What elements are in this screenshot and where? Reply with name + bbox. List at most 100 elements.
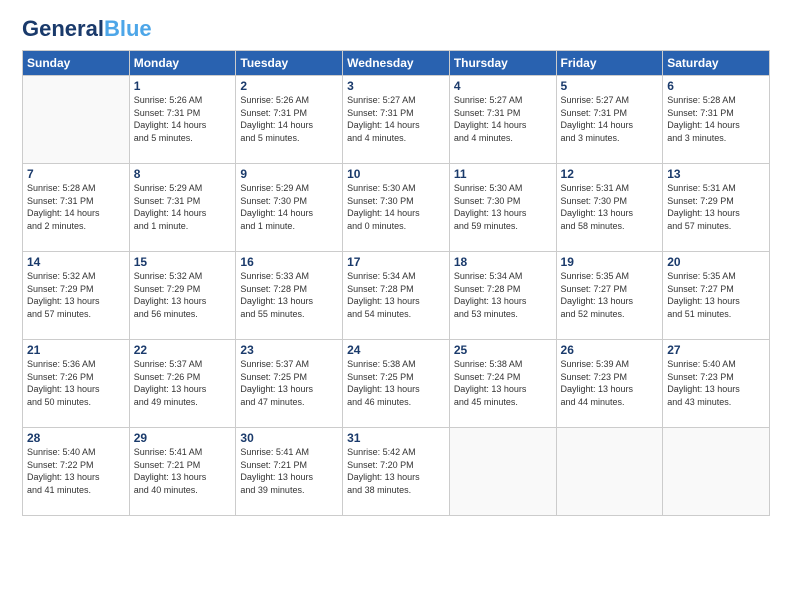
day-info: Sunrise: 5:30 AM Sunset: 7:30 PM Dayligh… <box>454 182 552 232</box>
day-info: Sunrise: 5:31 AM Sunset: 7:29 PM Dayligh… <box>667 182 765 232</box>
day-header-friday: Friday <box>556 51 663 76</box>
day-number: 6 <box>667 79 765 93</box>
day-number: 31 <box>347 431 445 445</box>
day-info: Sunrise: 5:32 AM Sunset: 7:29 PM Dayligh… <box>27 270 125 320</box>
day-number: 5 <box>561 79 659 93</box>
day-number: 21 <box>27 343 125 357</box>
logo-blue: Blue <box>104 16 152 41</box>
day-info: Sunrise: 5:37 AM Sunset: 7:25 PM Dayligh… <box>240 358 338 408</box>
calendar-cell: 30Sunrise: 5:41 AM Sunset: 7:21 PM Dayli… <box>236 428 343 516</box>
calendar-week-4: 21Sunrise: 5:36 AM Sunset: 7:26 PM Dayli… <box>23 340 770 428</box>
calendar-cell: 6Sunrise: 5:28 AM Sunset: 7:31 PM Daylig… <box>663 76 770 164</box>
day-number: 30 <box>240 431 338 445</box>
day-number: 16 <box>240 255 338 269</box>
day-header-thursday: Thursday <box>449 51 556 76</box>
day-info: Sunrise: 5:34 AM Sunset: 7:28 PM Dayligh… <box>454 270 552 320</box>
calendar-week-5: 28Sunrise: 5:40 AM Sunset: 7:22 PM Dayli… <box>23 428 770 516</box>
day-info: Sunrise: 5:36 AM Sunset: 7:26 PM Dayligh… <box>27 358 125 408</box>
calendar-cell: 9Sunrise: 5:29 AM Sunset: 7:30 PM Daylig… <box>236 164 343 252</box>
calendar-cell: 25Sunrise: 5:38 AM Sunset: 7:24 PM Dayli… <box>449 340 556 428</box>
day-info: Sunrise: 5:31 AM Sunset: 7:30 PM Dayligh… <box>561 182 659 232</box>
calendar-cell: 7Sunrise: 5:28 AM Sunset: 7:31 PM Daylig… <box>23 164 130 252</box>
calendar-week-1: 1Sunrise: 5:26 AM Sunset: 7:31 PM Daylig… <box>23 76 770 164</box>
calendar-cell: 8Sunrise: 5:29 AM Sunset: 7:31 PM Daylig… <box>129 164 236 252</box>
day-info: Sunrise: 5:37 AM Sunset: 7:26 PM Dayligh… <box>134 358 232 408</box>
day-info: Sunrise: 5:33 AM Sunset: 7:28 PM Dayligh… <box>240 270 338 320</box>
calendar-cell: 26Sunrise: 5:39 AM Sunset: 7:23 PM Dayli… <box>556 340 663 428</box>
day-number: 19 <box>561 255 659 269</box>
calendar-cell: 15Sunrise: 5:32 AM Sunset: 7:29 PM Dayli… <box>129 252 236 340</box>
day-info: Sunrise: 5:27 AM Sunset: 7:31 PM Dayligh… <box>454 94 552 144</box>
logo: GeneralBlue <box>22 18 152 40</box>
day-header-monday: Monday <box>129 51 236 76</box>
day-number: 18 <box>454 255 552 269</box>
day-info: Sunrise: 5:29 AM Sunset: 7:30 PM Dayligh… <box>240 182 338 232</box>
calendar-cell: 11Sunrise: 5:30 AM Sunset: 7:30 PM Dayli… <box>449 164 556 252</box>
calendar-cell: 19Sunrise: 5:35 AM Sunset: 7:27 PM Dayli… <box>556 252 663 340</box>
day-info: Sunrise: 5:32 AM Sunset: 7:29 PM Dayligh… <box>134 270 232 320</box>
day-number: 25 <box>454 343 552 357</box>
calendar-cell: 14Sunrise: 5:32 AM Sunset: 7:29 PM Dayli… <box>23 252 130 340</box>
calendar-cell: 29Sunrise: 5:41 AM Sunset: 7:21 PM Dayli… <box>129 428 236 516</box>
calendar-table: SundayMondayTuesdayWednesdayThursdayFrid… <box>22 50 770 516</box>
day-number: 22 <box>134 343 232 357</box>
day-number: 23 <box>240 343 338 357</box>
day-number: 11 <box>454 167 552 181</box>
calendar-cell: 5Sunrise: 5:27 AM Sunset: 7:31 PM Daylig… <box>556 76 663 164</box>
calendar-cell <box>23 76 130 164</box>
calendar-cell: 12Sunrise: 5:31 AM Sunset: 7:30 PM Dayli… <box>556 164 663 252</box>
calendar-cell: 4Sunrise: 5:27 AM Sunset: 7:31 PM Daylig… <box>449 76 556 164</box>
day-info: Sunrise: 5:38 AM Sunset: 7:24 PM Dayligh… <box>454 358 552 408</box>
calendar-cell: 18Sunrise: 5:34 AM Sunset: 7:28 PM Dayli… <box>449 252 556 340</box>
day-number: 4 <box>454 79 552 93</box>
day-info: Sunrise: 5:34 AM Sunset: 7:28 PM Dayligh… <box>347 270 445 320</box>
day-number: 13 <box>667 167 765 181</box>
day-info: Sunrise: 5:27 AM Sunset: 7:31 PM Dayligh… <box>561 94 659 144</box>
day-info: Sunrise: 5:27 AM Sunset: 7:31 PM Dayligh… <box>347 94 445 144</box>
calendar-cell: 21Sunrise: 5:36 AM Sunset: 7:26 PM Dayli… <box>23 340 130 428</box>
calendar-cell: 10Sunrise: 5:30 AM Sunset: 7:30 PM Dayli… <box>343 164 450 252</box>
page-header: GeneralBlue <box>22 18 770 40</box>
day-number: 29 <box>134 431 232 445</box>
day-number: 17 <box>347 255 445 269</box>
day-number: 15 <box>134 255 232 269</box>
day-number: 12 <box>561 167 659 181</box>
day-number: 2 <box>240 79 338 93</box>
calendar-cell: 17Sunrise: 5:34 AM Sunset: 7:28 PM Dayli… <box>343 252 450 340</box>
calendar-cell <box>556 428 663 516</box>
day-number: 14 <box>27 255 125 269</box>
day-info: Sunrise: 5:39 AM Sunset: 7:23 PM Dayligh… <box>561 358 659 408</box>
day-number: 7 <box>27 167 125 181</box>
day-header-wednesday: Wednesday <box>343 51 450 76</box>
day-info: Sunrise: 5:28 AM Sunset: 7:31 PM Dayligh… <box>667 94 765 144</box>
calendar-cell: 3Sunrise: 5:27 AM Sunset: 7:31 PM Daylig… <box>343 76 450 164</box>
day-info: Sunrise: 5:26 AM Sunset: 7:31 PM Dayligh… <box>134 94 232 144</box>
calendar-week-3: 14Sunrise: 5:32 AM Sunset: 7:29 PM Dayli… <box>23 252 770 340</box>
day-info: Sunrise: 5:28 AM Sunset: 7:31 PM Dayligh… <box>27 182 125 232</box>
day-number: 1 <box>134 79 232 93</box>
calendar-cell: 24Sunrise: 5:38 AM Sunset: 7:25 PM Dayli… <box>343 340 450 428</box>
logo-text: GeneralBlue <box>22 18 152 40</box>
calendar-cell: 1Sunrise: 5:26 AM Sunset: 7:31 PM Daylig… <box>129 76 236 164</box>
day-info: Sunrise: 5:40 AM Sunset: 7:22 PM Dayligh… <box>27 446 125 496</box>
day-info: Sunrise: 5:42 AM Sunset: 7:20 PM Dayligh… <box>347 446 445 496</box>
day-number: 26 <box>561 343 659 357</box>
calendar-cell <box>449 428 556 516</box>
calendar-cell: 13Sunrise: 5:31 AM Sunset: 7:29 PM Dayli… <box>663 164 770 252</box>
day-header-sunday: Sunday <box>23 51 130 76</box>
calendar-cell: 28Sunrise: 5:40 AM Sunset: 7:22 PM Dayli… <box>23 428 130 516</box>
day-number: 3 <box>347 79 445 93</box>
day-info: Sunrise: 5:35 AM Sunset: 7:27 PM Dayligh… <box>561 270 659 320</box>
calendar-cell: 20Sunrise: 5:35 AM Sunset: 7:27 PM Dayli… <box>663 252 770 340</box>
calendar-cell: 16Sunrise: 5:33 AM Sunset: 7:28 PM Dayli… <box>236 252 343 340</box>
calendar-header-row: SundayMondayTuesdayWednesdayThursdayFrid… <box>23 51 770 76</box>
day-header-tuesday: Tuesday <box>236 51 343 76</box>
day-info: Sunrise: 5:26 AM Sunset: 7:31 PM Dayligh… <box>240 94 338 144</box>
calendar-cell: 27Sunrise: 5:40 AM Sunset: 7:23 PM Dayli… <box>663 340 770 428</box>
day-number: 9 <box>240 167 338 181</box>
day-number: 27 <box>667 343 765 357</box>
calendar-week-2: 7Sunrise: 5:28 AM Sunset: 7:31 PM Daylig… <box>23 164 770 252</box>
calendar-cell: 23Sunrise: 5:37 AM Sunset: 7:25 PM Dayli… <box>236 340 343 428</box>
day-info: Sunrise: 5:30 AM Sunset: 7:30 PM Dayligh… <box>347 182 445 232</box>
day-number: 8 <box>134 167 232 181</box>
